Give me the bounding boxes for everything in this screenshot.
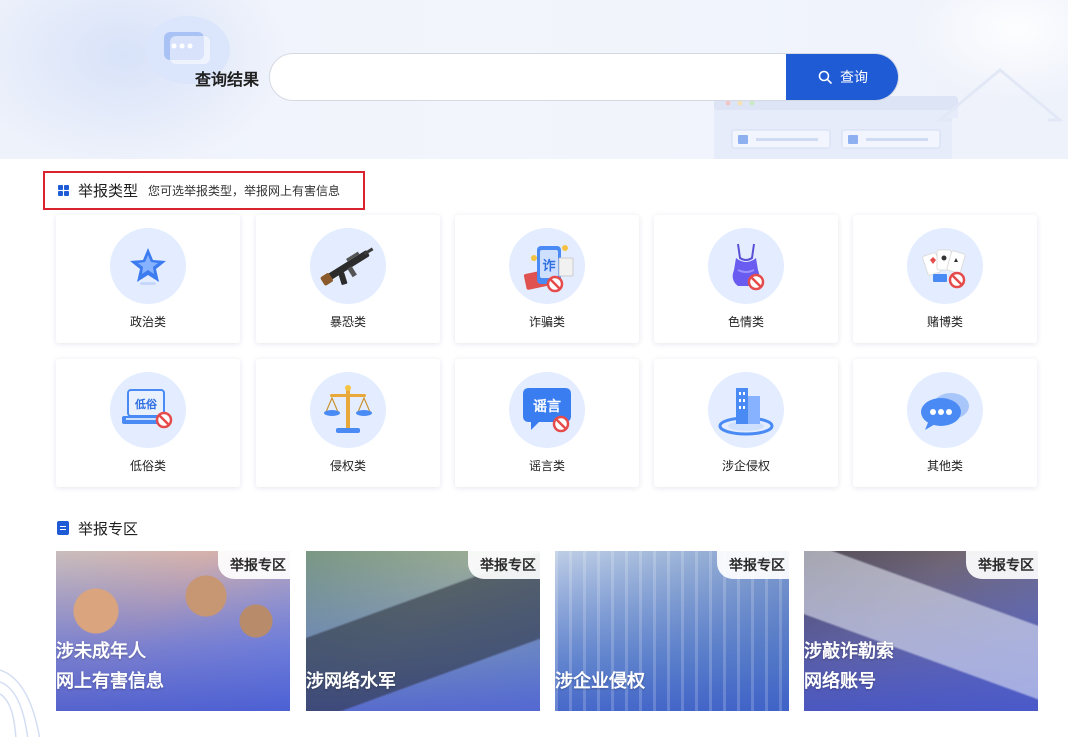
report-type-fraud[interactable]: 诈 诈骗类 [455,215,639,343]
report-types-header: 举报类型 您可选举报类型，举报网上有害信息 [43,171,365,210]
report-types-subtitle: 您可选举报类型，举报网上有害信息 [148,184,341,198]
report-type-vulgar[interactable]: 低俗 低俗类 [56,359,240,487]
report-types-title: 举报类型 [78,182,139,200]
report-type-label: 其他类 [926,459,963,473]
browser-window-decoration-icon [714,96,958,159]
zone-tag: 举报专区 [218,551,290,579]
search-icon [818,70,832,84]
zone-tag: 举报专区 [717,551,789,579]
report-type-porn[interactable]: 色情类 [654,215,838,343]
zone-card-water-army[interactable]: 举报专区 涉网络水军 [306,551,540,711]
report-type-label: 谣言类 [528,459,565,473]
document-icon [57,521,69,535]
report-type-label: 色情类 [727,315,764,329]
zone-caption-line2: 涉企业侵权 [555,671,645,692]
zone-card-enterprise[interactable]: 举报专区 涉企业侵权 [555,551,789,711]
report-type-gambling[interactable]: 赌博类 [853,215,1037,343]
zone-tag: 举报专区 [468,551,540,579]
report-type-label: 暴恐类 [329,315,366,329]
zone-caption: 涉网络水军 [306,667,396,697]
enterprise-building-icon [708,372,784,448]
page: 查询结果 查询 举报类型 您可选举报类型，举报网上有害信息 政治类 暴恐类 诈 … [0,0,1068,737]
gambling-cards-icon [907,228,983,304]
house-outline-decoration-icon [935,68,1065,159]
report-type-label: 赌博类 [926,315,963,329]
report-type-rumor[interactable]: 谣言 谣言类 [455,359,639,487]
zone-caption: 涉企业侵权 [555,667,645,697]
report-type-label: 侵权类 [329,459,366,473]
report-type-terror[interactable]: 暴恐类 [256,215,440,343]
search-input[interactable] [270,54,786,100]
grid-icon [58,185,69,196]
zone-caption: 涉未成年人 网上有害信息 [56,637,164,697]
zone-caption-line1: 涉敲诈勒索 [804,641,894,662]
zone-tag: 举报专区 [966,551,1038,579]
report-type-label: 低俗类 [129,459,166,473]
star-icon [110,228,186,304]
wave-lines-decoration-icon [0,669,41,737]
report-type-enterprise[interactable]: 涉企侵权 [654,359,838,487]
lingerie-icon [708,228,784,304]
search-button[interactable]: 查询 [786,54,898,100]
zone-caption-line2: 网上有害信息 [56,671,164,692]
report-zones-header: 举报专区 [57,518,138,538]
report-type-label: 诈骗类 [528,315,565,329]
zone-caption: 涉敲诈勒索 网络账号 [804,637,894,697]
rifle-icon [310,228,386,304]
report-type-infringement[interactable]: 侵权类 [256,359,440,487]
svg-text:低俗: 低俗 [134,397,158,411]
search-box: 查询 [269,53,899,101]
zone-card-extortion[interactable]: 举报专区 涉敲诈勒索 网络账号 [804,551,1038,711]
vulgar-laptop-icon: 低俗 [110,372,186,448]
fraud-phone-icon: 诈 [509,228,585,304]
zone-card-minors[interactable]: 举报专区 涉未成年人 网上有害信息 [56,551,290,711]
svg-text:谣言: 谣言 [533,398,561,415]
zone-caption-line2: 涉网络水军 [306,671,396,692]
svg-text:诈: 诈 [542,258,555,274]
search-banner: 查询结果 查询 [0,0,1068,159]
rumor-bubble-icon: 谣言 [509,372,585,448]
report-zones-title: 举报专区 [78,519,139,538]
chat-bubbles-icon [907,372,983,448]
zone-caption-line1: 涉未成年人 [56,641,146,662]
report-type-other[interactable]: 其他类 [853,359,1037,487]
report-type-political[interactable]: 政治类 [56,215,240,343]
report-type-label: 涉企侵权 [721,459,770,473]
report-type-label: 政治类 [129,315,166,329]
scales-icon [310,372,386,448]
zone-caption-line2: 网络账号 [804,671,876,692]
search-button-label: 查询 [840,70,868,86]
search-label: 查询结果 [195,70,260,89]
